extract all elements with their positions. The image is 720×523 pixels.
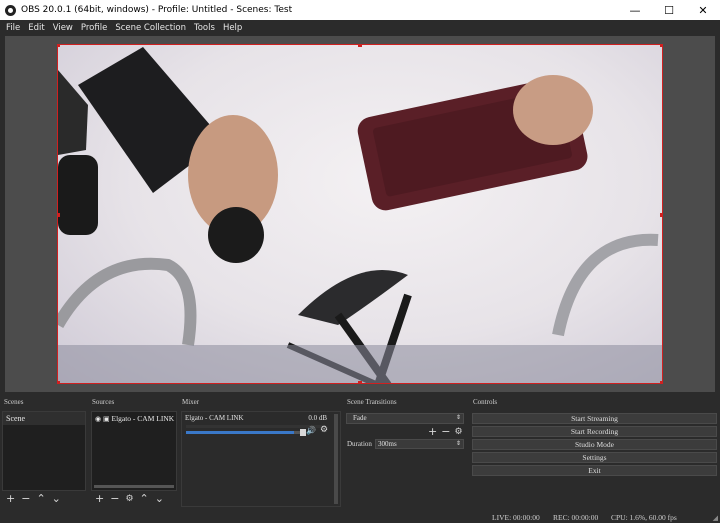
mixer-panel: Elgato - CAM LINK 0.0 dB 🔊 ⚙: [181, 411, 341, 507]
cpu-fps-readout: CPU: 1.6%, 60.00 fps: [611, 513, 677, 522]
move-scene-up-button[interactable]: ⌃: [36, 492, 45, 505]
exit-button[interactable]: Exit: [472, 465, 717, 476]
mixer-meter: [186, 425, 326, 428]
menu-help[interactable]: Help: [219, 23, 246, 33]
transitions-dock-title: Scene Transitions: [347, 398, 397, 406]
chevron-updown-icon: ⇕: [455, 415, 461, 421]
start-streaming-button[interactable]: Start Streaming: [472, 413, 717, 424]
transitions-toolbar: + − ⚙: [428, 425, 463, 438]
preview-canvas[interactable]: [57, 44, 663, 384]
volume-slider[interactable]: [186, 429, 306, 436]
resize-handle[interactable]: [660, 213, 662, 217]
mixer-level-readout: 0.0 dB: [308, 414, 327, 422]
source-properties-gear-icon[interactable]: ⚙: [125, 494, 133, 504]
source-item[interactable]: ◉ ▣ Elgato - CAM LINK: [92, 412, 176, 425]
move-scene-down-button[interactable]: ⌄: [52, 492, 61, 505]
move-source-down-button[interactable]: ⌄: [155, 492, 164, 505]
mixer-channel-name: Elgato - CAM LINK: [185, 414, 244, 422]
remove-source-button[interactable]: −: [110, 492, 119, 505]
sources-toolbar: + − ⚙ ⌃ ⌄: [95, 492, 164, 505]
mixer-dock-title: Mixer: [182, 398, 200, 406]
maximize-button[interactable]: ☐: [652, 0, 686, 20]
menu-scene-collection[interactable]: Scene Collection: [111, 23, 190, 33]
live-timer: LIVE: 00:00:00: [492, 513, 540, 522]
title-bar: OBS 20.0.1 (64bit, windows) - Profile: U…: [0, 0, 720, 20]
window-title: OBS 20.0.1 (64bit, windows) - Profile: U…: [21, 5, 293, 15]
lock-icon[interactable]: ▣: [103, 415, 110, 423]
remove-scene-button[interactable]: −: [21, 492, 30, 505]
sources-dock-title: Sources: [92, 398, 115, 406]
scenes-toolbar: + − ⌃ ⌄: [6, 492, 61, 505]
duration-label: Duration: [347, 440, 372, 448]
settings-button[interactable]: Settings: [472, 452, 717, 463]
scenes-list[interactable]: Scene: [2, 411, 86, 491]
transition-select-value: Fade: [353, 414, 367, 422]
transition-properties-gear-icon[interactable]: ⚙: [454, 427, 462, 437]
controls-dock-title: Controls: [473, 398, 498, 406]
transition-select[interactable]: Fade ⇕: [346, 413, 464, 424]
resize-handle[interactable]: [358, 45, 362, 47]
resize-handle[interactable]: [58, 45, 60, 47]
resize-grip-icon[interactable]: ◢: [713, 514, 718, 522]
preview-area[interactable]: [5, 36, 715, 392]
menu-tools[interactable]: Tools: [190, 23, 219, 33]
resize-handle[interactable]: [660, 381, 662, 383]
duration-value: 300ms: [378, 440, 397, 448]
move-source-up-button[interactable]: ⌃: [140, 492, 149, 505]
resize-handle[interactable]: [58, 381, 60, 383]
menu-edit[interactable]: Edit: [24, 23, 48, 33]
close-button[interactable]: ✕: [686, 0, 720, 20]
camera-feed-image: [58, 47, 662, 383]
remove-transition-button[interactable]: −: [441, 425, 450, 438]
start-recording-button[interactable]: Start Recording: [472, 426, 717, 437]
duration-spinbox[interactable]: 300ms ⇕: [375, 439, 464, 449]
add-scene-button[interactable]: +: [6, 492, 15, 505]
menu-view[interactable]: View: [49, 23, 77, 33]
rec-timer: REC: 00:00:00: [553, 513, 599, 522]
spinner-arrows-icon[interactable]: ⇕: [456, 440, 461, 448]
minimize-button[interactable]: —: [618, 0, 652, 20]
obs-logo-icon: [5, 4, 16, 16]
resize-handle[interactable]: [58, 213, 60, 217]
add-source-button[interactable]: +: [95, 492, 104, 505]
add-transition-button[interactable]: +: [428, 425, 437, 438]
resize-handle[interactable]: [358, 381, 362, 383]
menu-bar: File Edit View Profile Scene Collection …: [0, 20, 720, 35]
visibility-eye-icon[interactable]: ◉: [95, 415, 101, 423]
resize-handle[interactable]: [660, 45, 662, 47]
source-item-label: Elgato - CAM LINK: [111, 414, 175, 423]
menu-file[interactable]: File: [2, 23, 24, 33]
mixer-scrollbar[interactable]: [334, 414, 338, 504]
volume-slider-fill: [186, 431, 294, 434]
mute-speaker-icon[interactable]: 🔊: [306, 426, 316, 435]
scene-item[interactable]: Scene: [3, 412, 85, 425]
sources-list[interactable]: ◉ ▣ Elgato - CAM LINK: [91, 411, 177, 491]
mixer-gear-icon[interactable]: ⚙: [320, 425, 328, 435]
menu-profile[interactable]: Profile: [77, 23, 111, 33]
sources-scrollbar[interactable]: [94, 485, 174, 488]
studio-mode-button[interactable]: Studio Mode: [472, 439, 717, 450]
scenes-dock-title: Scenes: [4, 398, 24, 406]
